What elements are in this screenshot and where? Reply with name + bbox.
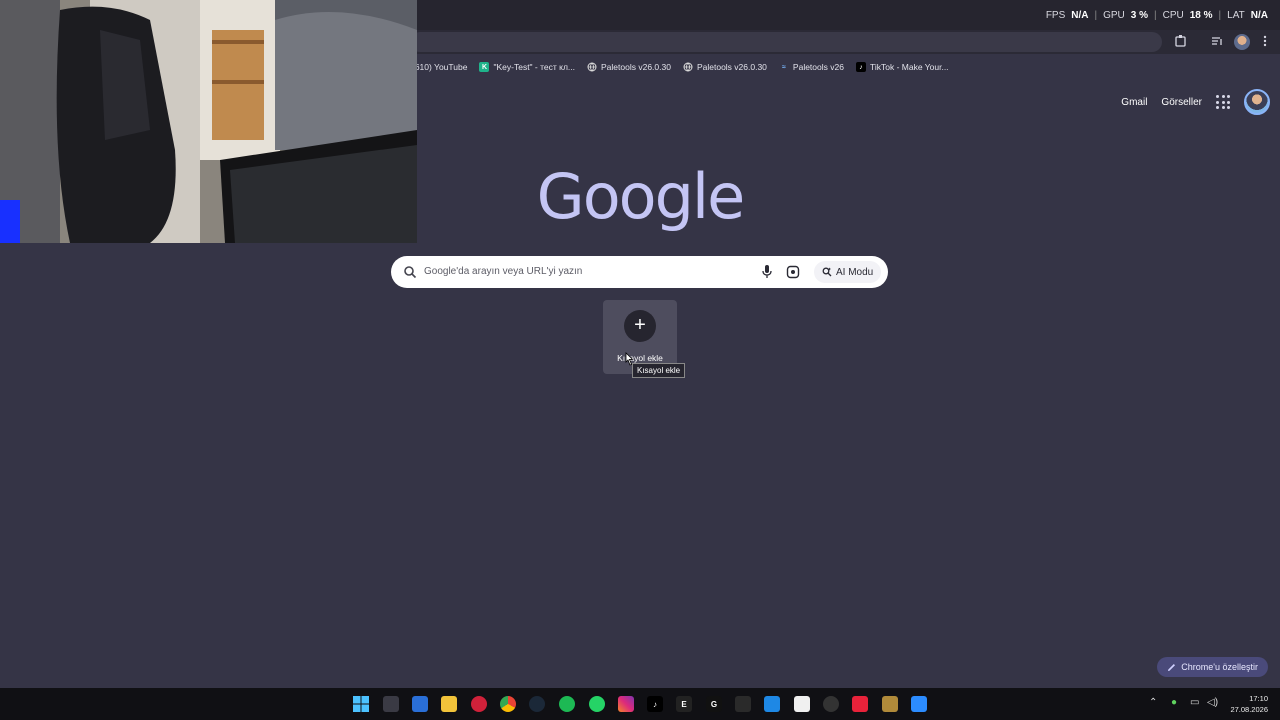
- steam-icon[interactable]: [529, 696, 545, 712]
- tray-chevron-icon[interactable]: ⌃: [1149, 697, 1157, 708]
- cpu-label: CPU: [1162, 9, 1184, 21]
- google-logo: Google: [536, 160, 746, 233]
- gpu-value: 3 %: [1130, 9, 1149, 21]
- notepad-icon[interactable]: [794, 696, 810, 712]
- google-header: Gmail Görseller: [1121, 88, 1270, 116]
- bookmark-youtube[interactable]: (610) YouTube: [412, 62, 467, 72]
- bookmark-label: "Key-Test" - тест кл...: [493, 62, 576, 72]
- windows-start-icon[interactable]: [353, 696, 369, 712]
- search-icon: [404, 266, 417, 279]
- spotify-icon[interactable]: [559, 696, 575, 712]
- bookmark-label: Paletools v26.0.30: [601, 62, 671, 72]
- app-lightning-icon[interactable]: [852, 696, 868, 712]
- customize-label: Chrome'u özelleştir: [1181, 662, 1258, 672]
- system-clock[interactable]: 17:10 27.08.2026: [1230, 693, 1268, 715]
- league-icon[interactable]: [882, 696, 898, 712]
- chrome-icon[interactable]: [500, 696, 516, 712]
- tiktok-taskbar-icon[interactable]: ♪: [647, 696, 663, 712]
- app-red-icon[interactable]: [471, 696, 487, 712]
- microphone-icon[interactable]: [761, 264, 773, 280]
- keytest-icon: K: [479, 62, 490, 72]
- fps-value: N/A: [1071, 9, 1089, 21]
- cpu-value: 18 %: [1189, 9, 1213, 21]
- shortcut-tooltip: Kısayol ekle: [632, 363, 686, 378]
- windows-taskbar: ♪ E G ⌃ ● ▭ ◁) 17:10 27.08.2026: [0, 688, 1280, 720]
- profile-avatar[interactable]: [1234, 34, 1250, 50]
- paletools-icon: ≈: [782, 63, 786, 71]
- globe-icon: [683, 62, 693, 72]
- bookmark-label: TikTok - Make Your...: [869, 62, 949, 72]
- bookmark-label: Paletools v26: [792, 62, 844, 72]
- whatsapp-icon[interactable]: [589, 696, 605, 712]
- app-blue-icon[interactable]: [764, 696, 780, 712]
- microphone-tray-icon[interactable]: ●: [1171, 697, 1177, 708]
- media-control-icon[interactable]: [1209, 34, 1225, 50]
- search-placeholder: Google'da arayın veya URL'yi yazın: [424, 266, 583, 277]
- apps-grid-icon[interactable]: [1216, 95, 1230, 109]
- logitech-icon[interactable]: G: [706, 696, 722, 712]
- globe-icon: [587, 62, 597, 72]
- task-view-icon[interactable]: [383, 696, 399, 712]
- fps-label: FPS: [1045, 9, 1066, 21]
- gpu-label: GPU: [1103, 9, 1125, 21]
- epic-games-icon[interactable]: E: [676, 696, 692, 712]
- plus-icon: +: [624, 310, 656, 342]
- menu-kebab-icon[interactable]: [1257, 34, 1273, 50]
- images-link[interactable]: Görseller: [1161, 97, 1202, 108]
- store-icon[interactable]: [412, 696, 428, 712]
- gmail-link[interactable]: Gmail: [1121, 97, 1147, 108]
- app-shield-icon[interactable]: [735, 696, 751, 712]
- bookmark-keytest[interactable]: K "Key-Test" - тест кл...: [479, 62, 575, 72]
- network-icon[interactable]: ▭: [1190, 697, 1199, 708]
- tiktok-icon: ♪: [855, 62, 866, 72]
- bookmark-tiktok[interactable]: ♪ TikTok - Make Your...: [855, 62, 949, 72]
- extensions-icon[interactable]: [1173, 34, 1189, 50]
- lens-camera-icon[interactable]: [786, 265, 800, 279]
- ai-search-icon: [822, 267, 832, 277]
- instagram-icon[interactable]: [618, 696, 634, 712]
- search-box[interactable]: Google'da arayın veya URL'yi yazın AI Mo…: [391, 256, 888, 288]
- clock-time: 17:10: [1249, 694, 1268, 703]
- bookmark-paletools-2[interactable]: Paletools v26.0.30: [683, 62, 767, 72]
- ai-mode-button[interactable]: AI Modu: [814, 261, 882, 283]
- clock-date: 27.08.2026: [1230, 705, 1268, 714]
- defender-icon[interactable]: [911, 696, 927, 712]
- volume-icon[interactable]: ◁): [1207, 697, 1218, 708]
- shortcut-label: Kısayol ekle: [617, 353, 663, 363]
- address-bar[interactable]: [410, 32, 1162, 52]
- lat-value: N/A: [1250, 9, 1268, 21]
- file-explorer-icon[interactable]: [441, 696, 457, 712]
- bookmark-label: (610) YouTube: [412, 62, 468, 72]
- bookmark-label: Paletools v26.0.30: [696, 62, 767, 72]
- pencil-icon: [1168, 663, 1176, 671]
- bookmark-paletools-1[interactable]: Paletools v26.0.30: [587, 62, 671, 72]
- bookmark-paletools-3[interactable]: ≈ Paletools v26: [779, 62, 844, 72]
- lat-label: LAT: [1227, 9, 1245, 21]
- account-avatar[interactable]: [1244, 89, 1270, 115]
- app-gray-icon[interactable]: [823, 696, 839, 712]
- ai-mode-label: AI Modu: [836, 266, 874, 278]
- customize-chrome-button[interactable]: Chrome'u özelleştir: [1157, 657, 1268, 677]
